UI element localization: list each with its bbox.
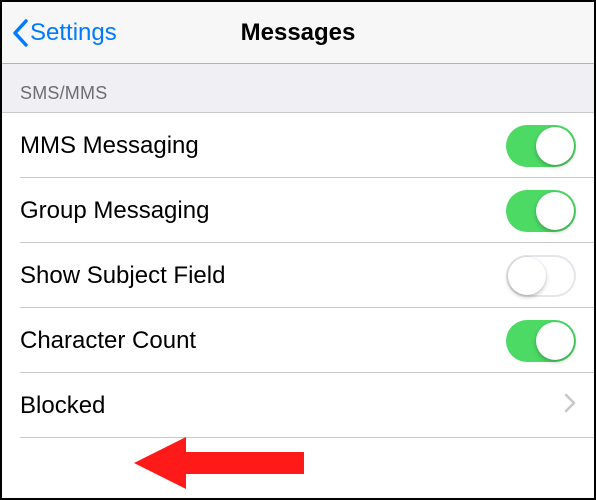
toggle-knob — [536, 127, 574, 165]
row-mms-messaging: MMS Messaging — [2, 113, 594, 178]
section-header: SMS/MMS — [2, 64, 594, 113]
row-label: Blocked — [20, 392, 105, 420]
annotation-arrow-icon — [134, 432, 304, 494]
toggle-show-subject-field[interactable] — [506, 255, 576, 297]
toggle-knob — [536, 322, 574, 360]
toggle-mms-messaging[interactable] — [506, 125, 576, 167]
toggle-character-count[interactable] — [506, 320, 576, 362]
row-label: Group Messaging — [20, 197, 209, 225]
row-character-count: Character Count — [2, 308, 594, 373]
row-label: MMS Messaging — [20, 132, 199, 160]
toggle-group-messaging[interactable] — [506, 190, 576, 232]
row-group-messaging: Group Messaging — [2, 178, 594, 243]
back-label: Settings — [30, 19, 117, 47]
toggle-knob — [536, 192, 574, 230]
row-label: Character Count — [20, 327, 196, 355]
row-show-subject-field: Show Subject Field — [2, 243, 594, 308]
navigation-bar: Settings Messages — [2, 2, 594, 64]
section-label: SMS/MMS — [20, 83, 107, 104]
row-label: Show Subject Field — [20, 262, 225, 290]
chevron-left-icon — [12, 19, 28, 47]
toggle-knob — [508, 257, 546, 295]
chevron-right-icon — [564, 393, 576, 418]
back-button[interactable]: Settings — [2, 19, 117, 47]
row-blocked[interactable]: Blocked — [2, 373, 594, 438]
